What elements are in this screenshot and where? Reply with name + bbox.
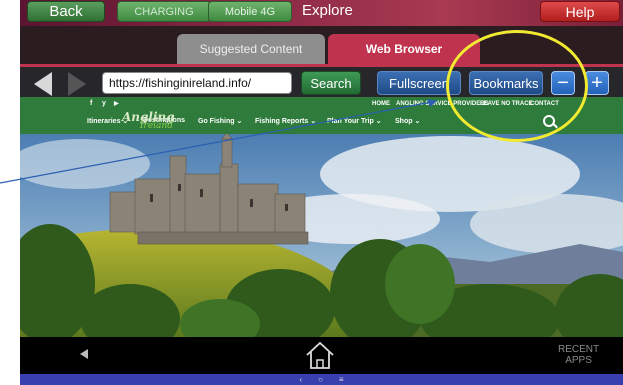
zoom-in-button[interactable]: + — [585, 71, 609, 95]
browser-back-icon[interactable] — [34, 72, 52, 96]
tab-suggested-content[interactable]: Suggested Content — [177, 34, 325, 64]
system-nav-bar: RECENT APPS — [20, 337, 623, 374]
search-button[interactable]: Search — [301, 71, 361, 95]
system-back-icon[interactable] — [80, 349, 88, 359]
gesture-home-icon[interactable]: ○ — [318, 375, 323, 384]
site-menu-plan-your-trip[interactable]: Plan Your Trip ⌄ — [327, 117, 382, 125]
gesture-back-icon[interactable]: ‹ — [299, 375, 302, 384]
facebook-icon[interactable]: f — [90, 100, 92, 107]
angling-ireland-logo-sub: Ireland — [140, 121, 173, 131]
site-menu-fishing-reports[interactable]: Fishing Reports ⌄ — [255, 117, 316, 125]
top-app-bar: Back CHARGING Mobile 4G Explore Help — [20, 0, 623, 26]
site-link-home[interactable]: HOME — [372, 101, 390, 107]
site-menu-shop[interactable]: Shop ⌄ — [395, 117, 420, 125]
help-button[interactable]: Help — [540, 1, 620, 22]
site-menu-go-fishing[interactable]: Go Fishing ⌄ — [198, 117, 242, 125]
gesture-bar: ‹ ○ ≡ — [20, 374, 623, 385]
page-title: Explore — [302, 2, 353, 19]
browser-forward-icon[interactable] — [68, 72, 86, 96]
home-icon[interactable] — [303, 338, 337, 372]
hero-image — [20, 134, 623, 337]
youtube-icon[interactable]: ▶ — [114, 100, 119, 107]
twitter-icon[interactable]: y — [102, 100, 106, 107]
charging-status-badge: CHARGING — [117, 1, 211, 22]
recent-apps-button[interactable]: RECENT APPS — [558, 344, 599, 366]
network-status-badge: Mobile 4G — [208, 1, 292, 22]
back-button[interactable]: Back — [27, 1, 105, 22]
highlight-annotation — [446, 30, 588, 142]
url-input[interactable] — [102, 72, 292, 94]
gesture-menu-icon[interactable]: ≡ — [339, 375, 344, 384]
